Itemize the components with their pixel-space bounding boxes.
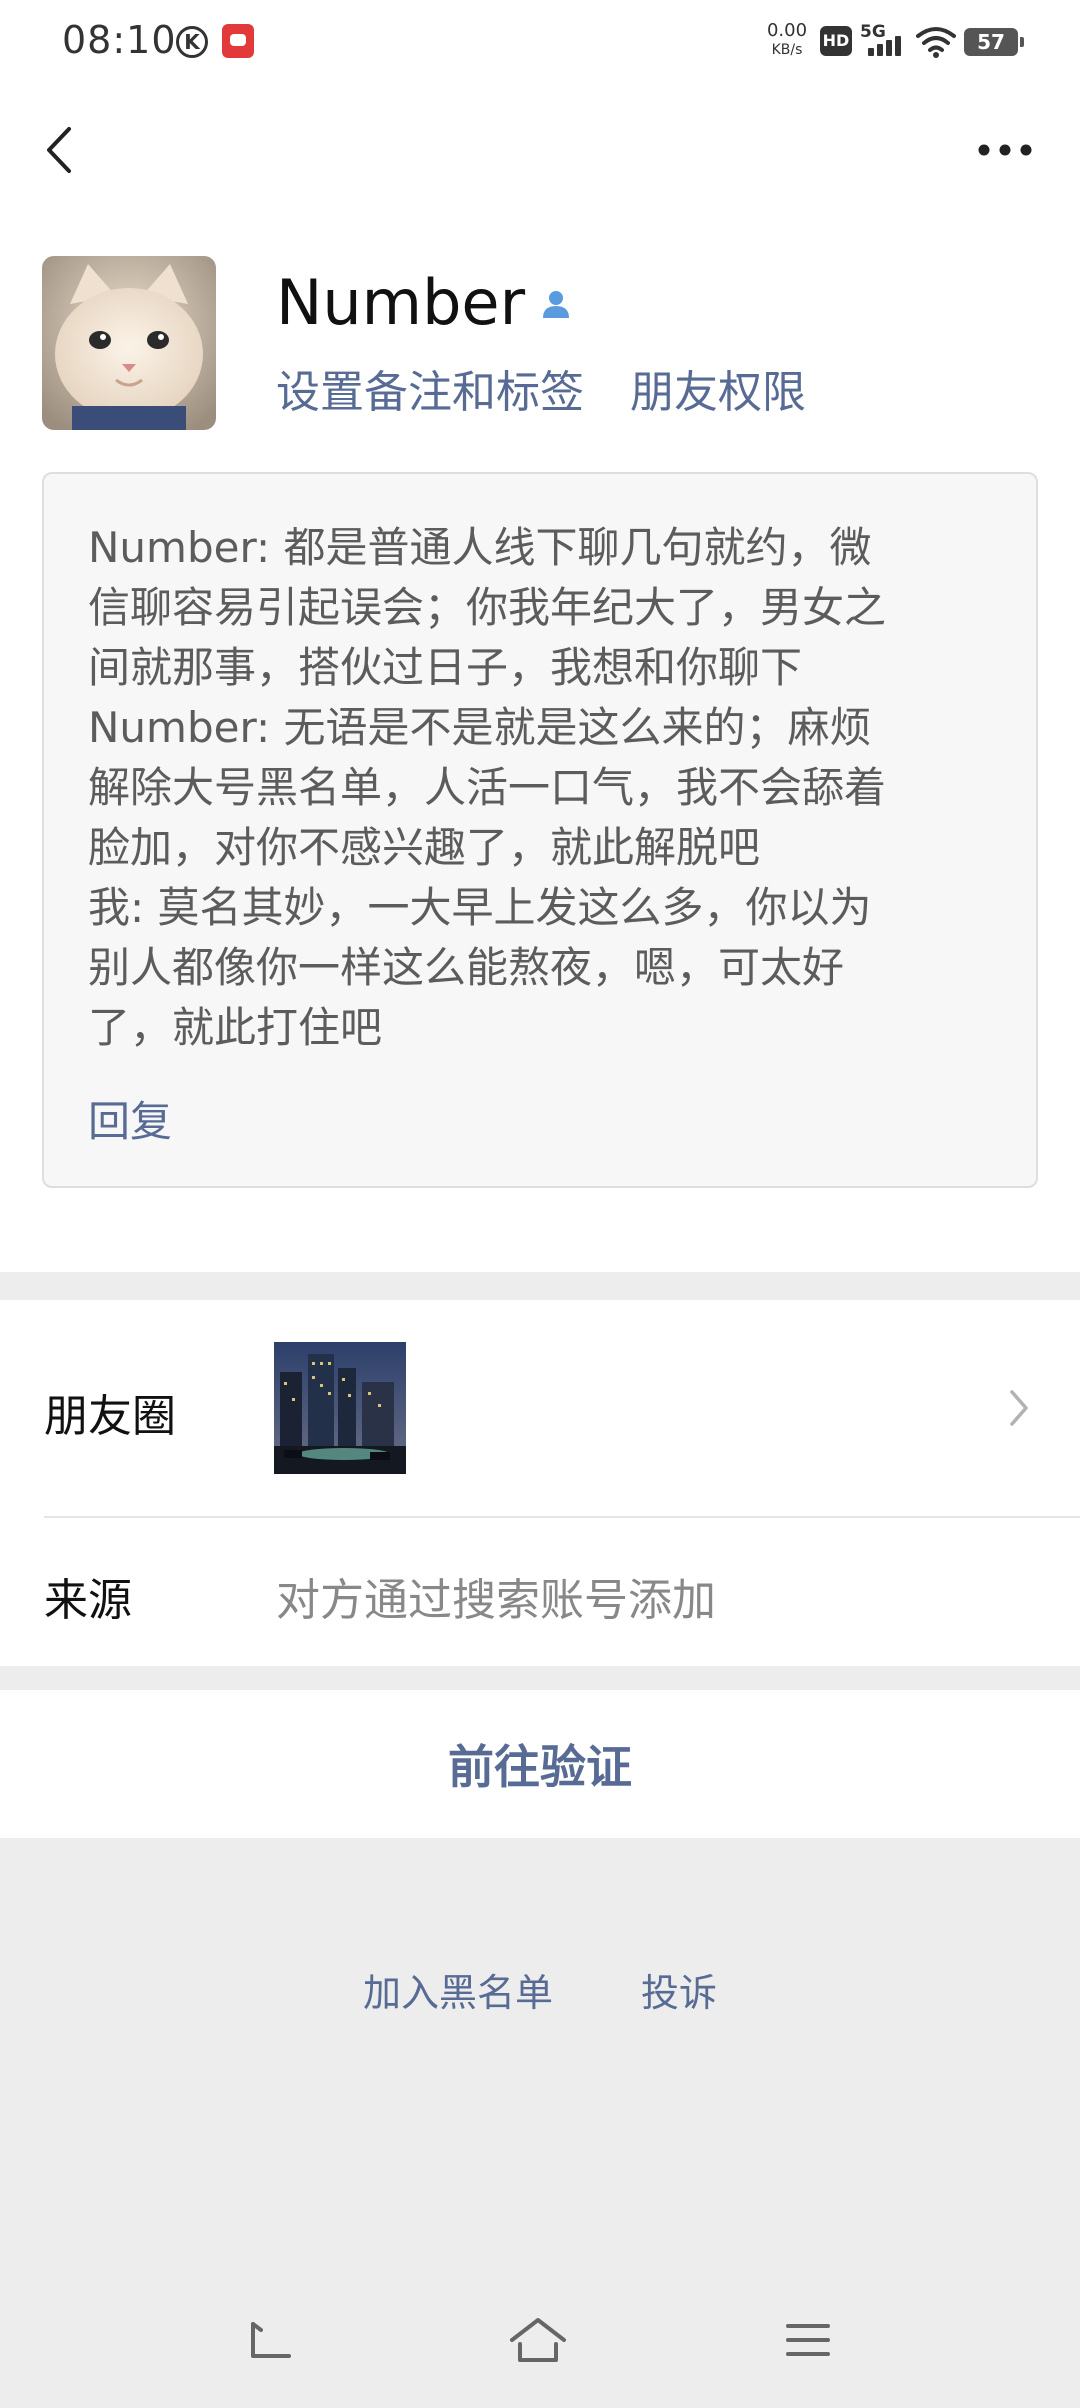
system-home-button[interactable] [508, 2310, 568, 2370]
profile-links: 设置备注和标签 朋友权限 [276, 356, 852, 420]
set-remark-link[interactable]: 设置备注和标签 [276, 356, 584, 420]
home-icon [510, 2318, 566, 2362]
status-time: 08:10 [62, 18, 177, 62]
cat-avatar-image [42, 256, 216, 430]
network-speed-unit: KB/s [771, 42, 803, 58]
city-night-photo [274, 1342, 406, 1474]
friend-permission-link[interactable]: 朋友权限 [630, 356, 806, 420]
source-label: 来源 [44, 1575, 132, 1626]
menu-icon [786, 2324, 830, 2356]
go-verify-button[interactable]: 前往验证 [448, 1731, 632, 1797]
info-rows: 朋友圈 来源 对方通过搜索账号添加 [0, 1300, 1080, 1666]
signal-icon: 5G [860, 22, 906, 60]
network-speed-value: 0.00 [766, 20, 808, 41]
profile-card: Number 设置备注和标签 朋友权限 Number: 都是普通人线下聊几句就约… [0, 210, 1080, 1272]
add-to-blacklist-link[interactable]: 加入黑名单 [363, 1962, 553, 2017]
greeting-message-text: Number: 都是普通人线下聊几句就约，微 信聊容易引起误会；你我年纪大了，男… [88, 523, 887, 1052]
bottom-links: 加入黑名单 投诉 [0, 1962, 1080, 2017]
back-button[interactable] [28, 120, 88, 180]
system-back-button[interactable] [240, 2310, 300, 2370]
avatar[interactable] [42, 256, 216, 430]
app-notification-icon [222, 24, 254, 58]
return-icon [251, 2322, 291, 2358]
signal-label: 5G [860, 22, 886, 42]
reply-link[interactable]: 回复 [88, 1088, 172, 1149]
name-row: Number [276, 262, 571, 342]
nav-bar [0, 90, 1080, 210]
verify-bar[interactable]: 前往验证 [0, 1690, 1080, 1838]
chevron-right-icon [1010, 1390, 1028, 1426]
k-badge-icon: K [176, 26, 208, 58]
hd-icon: HD [820, 26, 852, 56]
report-link[interactable]: 投诉 [641, 1962, 717, 2017]
system-nav-bar [0, 2300, 1080, 2380]
moments-row[interactable]: 朋友圈 [0, 1300, 1080, 1516]
contact-profile-screen: 08:10 K 0.00 KB/s HD 5G 57 Number 设置备注和标… [0, 0, 1080, 2408]
network-speed: 0.00 KB/s [764, 20, 810, 58]
chevron-left-icon [47, 127, 71, 173]
more-button[interactable] [970, 120, 1040, 180]
greeting-message-box: Number: 都是普通人线下聊几句就约，微 信聊容易引起误会；你我年纪大了，男… [42, 472, 1038, 1188]
more-dots-icon [978, 144, 1032, 156]
contact-name: Number [276, 265, 526, 339]
status-bar: 08:10 K 0.00 KB/s HD 5G 57 [0, 0, 1080, 90]
user-icon [543, 291, 570, 318]
source-row: 来源 对方通过搜索账号添加 [0, 1518, 1080, 1666]
system-menu-button[interactable] [778, 2310, 838, 2370]
battery-icon: 57 [964, 28, 1024, 56]
wifi-icon [916, 27, 956, 58]
source-value: 对方通过搜索账号添加 [276, 1575, 716, 1626]
moments-thumbnail[interactable] [274, 1342, 406, 1474]
moments-label: 朋友圈 [44, 1391, 176, 1442]
